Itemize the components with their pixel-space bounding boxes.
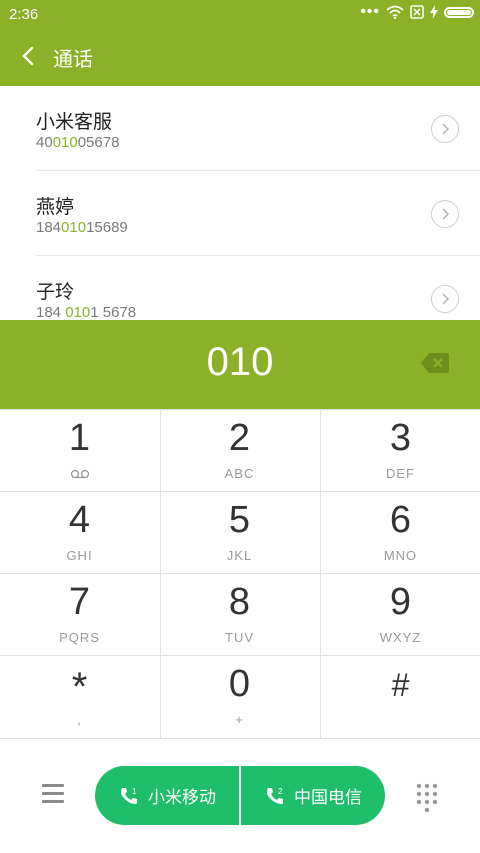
call-sim1-label: 小米移动 xyxy=(148,788,216,808)
call-sim2-label: 中国电信 xyxy=(294,788,362,808)
key-6[interactable]: 6 MNO xyxy=(321,491,480,572)
svg-text:2: 2 xyxy=(278,787,283,796)
svg-text:1: 1 xyxy=(132,787,137,796)
chevron-right-icon xyxy=(442,208,449,220)
divider xyxy=(0,655,480,656)
call-button-group: 1 小米移动 2 中国电信 xyxy=(95,766,385,825)
chevron-right-icon xyxy=(442,123,449,135)
phone-sim1-icon: 1 xyxy=(121,787,137,804)
divider xyxy=(0,491,480,492)
voicemail-icon xyxy=(70,469,90,479)
key-hash[interactable]: # xyxy=(321,655,480,736)
key-3[interactable]: 3 DEF xyxy=(321,409,480,490)
phone-sim2-icon: 2 xyxy=(267,787,283,804)
status-bar: 2:36 ••• xyxy=(0,0,480,28)
contact-detail-button[interactable] xyxy=(431,285,459,313)
contact-name: 子玲 xyxy=(36,281,75,303)
dialed-number[interactable]: 010 xyxy=(0,340,480,385)
key-5[interactable]: 5 JKL xyxy=(160,491,319,572)
contact-name: 燕婷 xyxy=(36,196,75,218)
call-sim2-button[interactable]: 2 中国电信 xyxy=(241,766,385,825)
wifi-icon xyxy=(386,5,404,19)
chevron-right-icon xyxy=(442,293,449,305)
no-sim-icon xyxy=(410,5,424,19)
key-9[interactable]: 9 WXYZ xyxy=(321,573,480,654)
dialpad-grid-icon[interactable] xyxy=(416,783,438,813)
back-arrow-icon[interactable] xyxy=(18,44,42,68)
contact-number: 18401015689 xyxy=(36,219,128,236)
key-2[interactable]: 2 ABC xyxy=(160,409,319,490)
contact-detail-button[interactable] xyxy=(431,200,459,228)
battery-icon xyxy=(444,6,474,18)
menu-icon[interactable] xyxy=(42,784,64,808)
divider xyxy=(0,409,480,410)
status-icons: ••• xyxy=(360,3,474,20)
call-sim1-button[interactable]: 1 小米移动 xyxy=(95,766,239,825)
backspace-icon[interactable] xyxy=(420,352,450,374)
charging-icon xyxy=(430,5,438,19)
contact-name: 小米客服 xyxy=(36,111,113,133)
bottom-action-bar: 1 小米移动 2 中国电信 xyxy=(0,739,480,853)
dial-display: 010 xyxy=(0,320,480,409)
key-7[interactable]: 7 PQRS xyxy=(0,573,159,654)
dial-keypad: 1 2 ABC 3 DEF 4 GHI 5 JKL 6 MNO 7 PQRS 8… xyxy=(0,409,480,739)
divider xyxy=(160,409,161,738)
contact-row[interactable]: 子玲 184 0101 5678 xyxy=(0,256,480,320)
key-4[interactable]: 4 GHI xyxy=(0,491,159,572)
more-dots-icon: ••• xyxy=(360,3,380,20)
number-match-highlight: 010 xyxy=(61,219,87,236)
contact-number: 184 0101 5678 xyxy=(36,304,137,320)
contact-detail-button[interactable] xyxy=(431,115,459,143)
key-0[interactable]: 0 + xyxy=(160,655,319,736)
status-time: 2:36 xyxy=(9,6,39,23)
number-match-highlight: 010 xyxy=(52,134,78,151)
number-match-highlight: 010 xyxy=(65,304,91,320)
contact-results-list[interactable]: 小米客服 4001005678 燕婷 18401015689 子玲 184 01… xyxy=(0,86,480,320)
key-star[interactable]: * , xyxy=(0,655,159,736)
contact-number: 4001005678 xyxy=(36,134,120,151)
key-1[interactable]: 1 xyxy=(0,409,159,490)
page-title: 通话 xyxy=(53,47,93,71)
contact-row[interactable]: 燕婷 18401015689 xyxy=(0,171,480,256)
contact-row[interactable]: 小米客服 4001005678 xyxy=(0,86,480,171)
divider xyxy=(320,409,321,738)
divider xyxy=(0,573,480,574)
key-8[interactable]: 8 TUV xyxy=(160,573,319,654)
top-app-bar: 通话 xyxy=(0,28,480,86)
